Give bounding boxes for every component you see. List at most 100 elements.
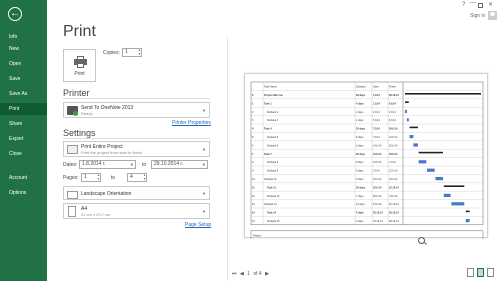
settings-section-title: Settings <box>63 128 96 138</box>
landscape-icon <box>67 191 78 199</box>
printer-properties-link[interactable]: Printer Properties <box>172 120 211 126</box>
preview-cell: 15.9.14 <box>373 178 382 181</box>
first-page-icon[interactable]: ⏮ <box>232 271 237 277</box>
preview-cell: 2 days <box>356 119 364 122</box>
gantt-bar <box>443 193 451 197</box>
preview-cell: 1.8.14 <box>373 102 381 105</box>
preview-cell: 23.10.14 <box>373 220 383 223</box>
chevron-down-icon: ▼ <box>202 209 206 214</box>
preview-cell: 25 days <box>356 153 366 156</box>
page-title: Print <box>63 23 96 40</box>
next-page-icon[interactable]: ▶ <box>265 271 269 277</box>
paper-icon <box>68 206 76 217</box>
sidebar-item-new[interactable]: New <box>0 43 47 55</box>
preview-cell: 22.10.14 <box>389 203 399 206</box>
preview-cell: 10 days <box>356 128 366 131</box>
paper-size-dropdown[interactable]: A4 21 cm x 29.7 cm ▼ <box>63 203 210 219</box>
preview-cell: Project title row <box>264 94 283 97</box>
printer-ready-icon <box>67 106 78 116</box>
preview-cell: 9 <box>252 170 254 173</box>
fit-page-view-icon[interactable] <box>477 268 484 277</box>
back-arrow-icon[interactable]: ← <box>8 7 22 21</box>
preview-cell: 4 days <box>356 102 364 105</box>
printer-dropdown[interactable]: Send To OneNote 2013 Ready ▼ <box>63 102 210 118</box>
preview-cell: 11 <box>252 186 255 189</box>
preview-cell: 28.10.14 <box>389 94 399 97</box>
dates-to-input[interactable]: 29.10.2014 г. <box>151 160 208 169</box>
preview-cell: 21.8.14 <box>373 153 382 156</box>
preview-cell: Task 11 <box>267 186 276 189</box>
gantt-bar <box>413 143 418 147</box>
pages-to-spinner[interactable]: ▲ ▼ <box>143 173 146 181</box>
preview-header-cell: Start <box>373 85 379 89</box>
panel-divider <box>227 37 228 281</box>
preview-cell: 10 <box>252 178 255 181</box>
print-scope-dropdown[interactable]: Print Entire Project Print the project f… <box>63 141 210 157</box>
preview-cell: 7.8.14 <box>373 136 381 139</box>
preview-cell: 20 days <box>356 186 366 189</box>
preview-cell: 13.8.14 <box>389 136 398 139</box>
preview-cell: 14 <box>252 212 255 215</box>
chevron-down-icon: ▼ <box>202 191 206 196</box>
calendar-dropdown-icon[interactable]: ▼ <box>130 162 134 167</box>
preview-cell: Subtask 9 <box>267 170 279 173</box>
project-icon <box>67 145 78 154</box>
sidebar-item-print[interactable]: Print <box>0 103 47 115</box>
sidebar-item-save-as[interactable]: Save As <box>0 88 47 100</box>
preview-cell: 13 days <box>356 203 366 206</box>
sidebar-item-share[interactable]: Share <box>0 118 47 130</box>
sidebar-item-account[interactable]: Account <box>0 172 47 184</box>
preview-cell: 3 <box>252 119 254 122</box>
gantt-preview: Task Name Duration Start Finish 0 Project tit… <box>250 81 484 239</box>
print-backstage: ← Info New Open Save Save As Print Share… <box>0 0 500 281</box>
preview-cell: 14.8.14 <box>373 144 382 147</box>
preview-cell: 6.8.14 <box>389 119 397 122</box>
preview-cell: Subtask 12 <box>267 195 280 198</box>
preview-cell: Subtask 3 <box>267 119 279 122</box>
preview-cell: 25.9.14 <box>373 195 382 198</box>
section-divider <box>63 138 210 139</box>
sidebar-item-close[interactable]: Close <box>0 148 47 160</box>
preview-cell: 15 <box>252 220 255 223</box>
sidebar-item-export[interactable]: Export <box>0 133 47 145</box>
dates-label: Dates: <box>63 162 78 168</box>
previous-page-icon[interactable]: ◀ <box>240 271 244 277</box>
single-page-view-icon[interactable] <box>467 268 474 277</box>
page-setup-link[interactable]: Page Setup <box>185 222 211 228</box>
sidebar-item-open[interactable]: Open <box>0 58 47 70</box>
preview-cell: 6.10.14 <box>373 203 382 206</box>
pages-to-label: to <box>111 175 116 181</box>
help-icon[interactable]: ? <box>462 2 465 8</box>
restore-icon[interactable] <box>478 3 483 8</box>
sidebar-item-options[interactable]: Options <box>0 187 47 199</box>
sidebar-item-save[interactable]: Save <box>0 73 47 85</box>
chevron-down-icon: ▼ <box>202 108 206 113</box>
orientation-value: Landscape Orientation <box>81 191 132 197</box>
preview-cell: 1.8.14 <box>373 111 381 114</box>
close-icon[interactable]: ✕ <box>488 1 493 8</box>
preview-cell: 84 days <box>356 94 366 97</box>
section-divider <box>63 98 210 99</box>
orientation-dropdown[interactable]: Landscape Orientation ▼ <box>63 186 210 200</box>
preview-cell: 28.10.14 <box>389 220 399 223</box>
pages-from-spinner[interactable]: ▲ ▼ <box>97 173 100 181</box>
calendar-dropdown-icon[interactable]: ▼ <box>202 162 206 167</box>
print-button[interactable]: Print <box>63 49 96 82</box>
sidebar-item-info[interactable]: Info <box>0 31 47 43</box>
current-page-number[interactable]: 1 <box>247 271 250 277</box>
gantt-bar <box>405 109 407 113</box>
preview-cell: Task 4 <box>264 128 272 131</box>
preview-cell: 3.10.14 <box>389 195 398 198</box>
zoom-icon[interactable] <box>418 237 425 244</box>
sign-in-link[interactable]: Sign in <box>470 13 485 19</box>
user-avatar[interactable] <box>488 11 497 20</box>
minimize-icon[interactable]: — <box>470 0 476 6</box>
dates-from-input[interactable]: 1.8.2014 г. <box>79 160 136 169</box>
gantt-bar <box>465 210 470 213</box>
multi-page-view-icon[interactable] <box>487 268 494 277</box>
preview-cell: 9 days <box>356 170 364 173</box>
copies-spinner[interactable]: ▲ ▼ <box>138 48 141 56</box>
preview-cell: 20.8.14 <box>389 128 398 131</box>
gantt-bar <box>409 135 414 139</box>
preview-cell: Subtask 6 <box>267 144 279 147</box>
